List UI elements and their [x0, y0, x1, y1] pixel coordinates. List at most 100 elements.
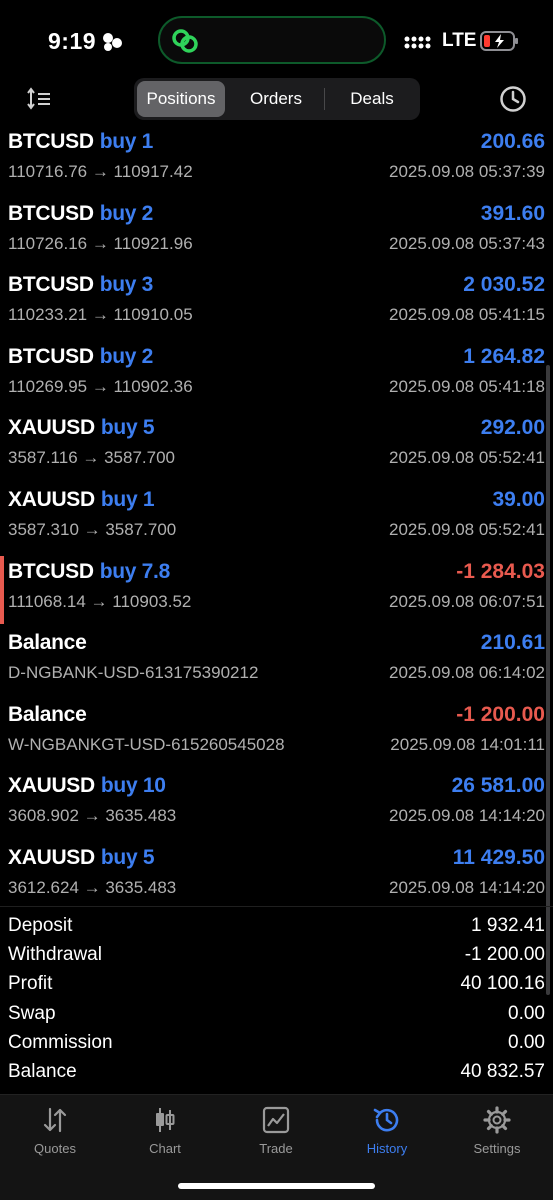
summary-label: Commission: [8, 1031, 113, 1053]
tab-label: Settings: [473, 1141, 521, 1156]
summary-commission: Commission 0.00: [0, 1029, 553, 1058]
summary-label: Profit: [8, 973, 53, 995]
list-item[interactable]: Balance -1 200.00 W-NGBANKGT-USD-6152605…: [0, 699, 553, 771]
signal-icon: [404, 36, 431, 49]
row-time: 2025.09.08 05:41:15: [389, 305, 545, 325]
row-prices: 110233.21 → 110910.05: [8, 305, 193, 325]
home-indicator[interactable]: [178, 1183, 375, 1189]
list-item[interactable]: BTCUSD buy 7.8 -1 284.03 111068.14 → 1109…: [0, 555, 553, 628]
row-time: 2025.09.08 05:52:41: [389, 448, 545, 468]
symbol-name: XAUUSD: [8, 774, 95, 798]
row-symbol: BTCUSD buy 7.8: [8, 560, 170, 584]
row-amount: 1 264.82: [463, 344, 545, 368]
tab-orders[interactable]: Orders: [231, 81, 321, 117]
history-segmented-control: Positions Orders Deals: [134, 78, 420, 120]
summary-label: Withdrawal: [8, 944, 102, 966]
row-symbol: BTCUSD buy 2: [8, 345, 153, 369]
symbol-name: Balance: [8, 702, 87, 726]
row-amount: 2 030.52: [463, 273, 545, 297]
list-scrollbar[interactable]: [546, 365, 550, 995]
clock-icon[interactable]: [498, 84, 528, 114]
row-time: 2025.09.08 06:07:51: [389, 591, 545, 611]
row-time: 2025.09.08 05:52:41: [389, 519, 545, 539]
summary-value: 40 100.16: [460, 973, 545, 995]
summary-label: Balance: [8, 1060, 77, 1082]
row-prices: 3608.902 → 3635.483: [8, 806, 177, 826]
summary-value: 1 932.41: [471, 915, 545, 936]
symbol-name: XAUUSD: [8, 416, 95, 440]
summary-value: 0.00: [508, 1031, 545, 1053]
tab-trade[interactable]: Trade: [221, 1105, 331, 1165]
history-summary: Deposit 1 932.41 Withdrawal -1 200.00 Pr…: [0, 912, 553, 1087]
network-type: LTE: [442, 30, 477, 51]
row-time: 2025.09.08 14:14:20: [389, 877, 545, 897]
summary-withdrawal: Withdrawal -1 200.00: [0, 941, 553, 970]
row-comment: W-NGBANKGT-USD-615260545028: [8, 734, 285, 754]
focus-dots-icon: [103, 33, 122, 51]
tab-history[interactable]: History: [332, 1105, 442, 1165]
list-item[interactable]: Balance 210.61 D-NGBANK-USD-613175390212…: [0, 627, 553, 699]
link-icon: [172, 29, 198, 53]
history-icon: [373, 1108, 399, 1132]
summary-value: 40 832.57: [460, 1060, 545, 1082]
list-item[interactable]: XAUUSD buy 5 292.00 3587.116 → 3587.700 2…: [0, 412, 553, 484]
list-item[interactable]: XAUUSD buy 10 26 581.00 3608.902 → 3635.4…: [0, 770, 553, 842]
row-symbol: XAUUSD buy 5: [8, 845, 155, 870]
row-prices: 110269.95 → 110902.36: [8, 376, 193, 396]
summary-value: -1 200.00: [464, 944, 545, 966]
row-amount: 26 581.00: [451, 774, 545, 798]
row-amount: -1 284.03: [456, 559, 545, 583]
tab-deals[interactable]: Deals: [327, 81, 417, 117]
segment-divider: [324, 88, 325, 110]
summary-label: Deposit: [8, 915, 73, 936]
row-amount: 39.00: [492, 487, 545, 511]
row-amount: 11 429.50: [452, 845, 545, 869]
toolbar: Positions Orders Deals: [0, 78, 553, 122]
list-item[interactable]: BTCUSD buy 3 2 030.52 110233.21 → 110910.…: [0, 269, 553, 341]
list-item[interactable]: XAUUSD buy 5 11 429.50 3612.624 → 3635.48…: [0, 842, 553, 914]
dynamic-island[interactable]: [158, 16, 386, 64]
row-symbol: Balance: [8, 702, 87, 727]
symbol-name: BTCUSD: [8, 273, 94, 297]
tab-label: Trade: [259, 1141, 293, 1156]
list-item[interactable]: BTCUSD buy 1 200.66 110716.76 → 110917.42…: [0, 126, 553, 198]
summary-profit: Profit 40 100.16: [0, 970, 553, 999]
row-symbol: XAUUSD buy 5: [8, 416, 155, 440]
summary-balance: Balance 40 832.57: [0, 1058, 553, 1087]
trade-side: buy 5: [100, 416, 155, 440]
list-item[interactable]: XAUUSD buy 1 39.00 3587.310 → 3587.700 20…: [0, 484, 553, 556]
trade-side: buy 5: [100, 845, 155, 869]
row-symbol: BTCUSD buy 3: [8, 273, 153, 297]
symbol-name: XAUUSD: [8, 487, 95, 511]
tab-settings[interactable]: Settings: [442, 1105, 552, 1165]
row-prices: 3587.116 → 3587.700: [8, 448, 175, 468]
battery-icon: [480, 31, 518, 51]
summary-deposit: Deposit 1 932.41: [0, 912, 553, 941]
symbol-name: BTCUSD: [8, 559, 94, 583]
row-time: 2025.09.08 05:41:18: [389, 376, 545, 396]
status-bar: 9:19 LTE: [0, 0, 553, 80]
trade-side: buy 3: [99, 273, 154, 297]
list-item[interactable]: BTCUSD buy 2 1 264.82 110269.95 → 110902.…: [0, 341, 553, 413]
sort-icon[interactable]: [26, 86, 52, 112]
row-symbol: XAUUSD buy 1: [8, 487, 155, 512]
tab-chart[interactable]: Chart: [110, 1105, 220, 1165]
row-time: 2025.09.08 05:37:43: [389, 233, 545, 253]
symbol-name: BTCUSD: [8, 201, 94, 225]
symbol-name: BTCUSD: [8, 130, 94, 153]
tab-quotes[interactable]: Quotes: [0, 1105, 110, 1165]
list-item[interactable]: BTCUSD buy 2 391.60 110726.16 → 110921.96…: [0, 198, 553, 270]
row-time: 2025.09.08 14:14:20: [389, 806, 545, 826]
chart-icon: [156, 1108, 175, 1132]
row-amount: 292.00: [480, 416, 545, 440]
tab-label: History: [366, 1141, 408, 1156]
trade-side: buy 1: [99, 130, 154, 153]
row-time: 2025.09.08 05:37:39: [389, 162, 545, 181]
tab-positions[interactable]: Positions: [137, 81, 225, 117]
row-time: 2025.09.08 06:14:02: [389, 663, 545, 683]
row-amount: -1 200.00: [456, 702, 545, 726]
summary-swap: Swap 0.00: [0, 1000, 553, 1029]
tab-label: Quotes: [34, 1141, 76, 1156]
row-prices: 110726.16 → 110921.96: [8, 233, 193, 253]
trade-side: buy 10: [100, 774, 166, 798]
